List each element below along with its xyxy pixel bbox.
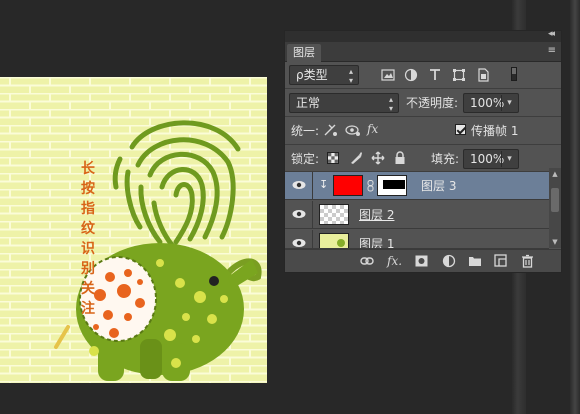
layer-filter-value: ρ类型 (296, 68, 328, 82)
unify-position-icon[interactable] (323, 123, 339, 137)
document-canvas[interactable]: 长按指纹识别关注 (0, 77, 267, 383)
delete-layer-icon[interactable] (521, 254, 534, 268)
new-group-icon[interactable] (468, 255, 482, 267)
layer-name[interactable]: 图层 1 (359, 237, 394, 248)
fill-input[interactable]: 100% ▾ (463, 149, 519, 169)
layer-thumbnail[interactable] (319, 233, 349, 248)
canvas-vertical-text: 长按指纹识别关注 (81, 161, 95, 317)
select-arrows-icon: ▴ ▾ (348, 67, 353, 85)
fx-icon[interactable]: fx. (387, 254, 402, 268)
unify-style-icon[interactable]: fx (367, 122, 378, 136)
new-layer-icon[interactable] (494, 254, 507, 267)
visibility-eye-icon[interactable] (292, 209, 306, 219)
adjustment-filter-icon[interactable] (404, 68, 418, 82)
layer-row-1[interactable]: 图层 1 (285, 230, 549, 249)
panel-menu-icon[interactable]: ≡ (548, 45, 556, 56)
panel-divider (285, 116, 561, 117)
shape-filter-icon[interactable] (452, 68, 466, 82)
lock-image-pixels-icon[interactable] (349, 151, 363, 165)
scrollbar-thumb[interactable] (551, 188, 559, 212)
lock-all-icon[interactable] (394, 151, 406, 165)
window-edge-rail (570, 0, 580, 414)
workspace: 长按指纹识别关注 ◂◂ 图层 ≡ ρ类型 ▴ ▾ 正常 ▴ ▾ 不透明度: 100% (0, 0, 580, 414)
clipping-arrow-icon: ↧ (319, 178, 329, 191)
chevron-down-icon[interactable]: ▾ (501, 151, 517, 167)
image-filter-icon[interactable] (381, 68, 395, 82)
blend-mode-value: 正常 (296, 96, 321, 110)
panel-tab-row: 图层 ≡ (285, 42, 561, 62)
layer-row-3[interactable]: ↧ 图层 3 (285, 172, 549, 200)
panel-divider (285, 144, 561, 145)
collapse-panel-icon[interactable]: ◂◂ (548, 29, 555, 39)
layer-name[interactable]: 图层 3 (421, 179, 456, 193)
blend-mode-select[interactable]: 正常 ▴ ▾ (289, 93, 399, 113)
row-divider (312, 201, 313, 229)
layer-mask-thumbnail[interactable] (377, 175, 407, 196)
fill-label: 填充: (431, 152, 460, 166)
layer-filter-select[interactable]: ρ类型 ▴ ▾ (289, 65, 359, 85)
propagate-frame-label: 传播帧 1 (471, 124, 519, 138)
fill-value: 100% (470, 152, 505, 166)
scroll-down-icon[interactable]: ▼ (551, 238, 559, 246)
row-divider (312, 230, 313, 248)
opacity-value: 100% (470, 96, 505, 110)
opacity-input[interactable]: 100% ▾ (463, 93, 519, 113)
chevron-down-icon[interactable]: ▾ (501, 95, 517, 111)
smart-object-filter-icon[interactable] (476, 68, 490, 82)
filter-toggle-icon[interactable] (511, 67, 517, 81)
tab-layers[interactable]: 图层 (287, 44, 321, 62)
lock-label: 锁定: (291, 152, 320, 166)
layer-name[interactable]: 图层 2 (359, 208, 394, 222)
add-mask-icon[interactable] (415, 255, 428, 267)
row-divider (312, 172, 313, 200)
lock-transparent-pixels-icon[interactable] (327, 152, 339, 164)
unify-visibility-icon[interactable] (345, 123, 361, 137)
panel-divider (285, 88, 561, 89)
mask-link-icon[interactable] (367, 180, 375, 192)
layers-scrollbar[interactable]: ▲ ▼ (549, 168, 561, 248)
select-arrows-icon: ▴ ▾ (388, 95, 393, 113)
canvas-artwork (0, 77, 267, 383)
visibility-eye-icon[interactable] (292, 238, 306, 248)
lock-position-icon[interactable] (371, 151, 385, 165)
adjustment-layer-icon[interactable] (442, 254, 456, 268)
type-filter-icon[interactable] (428, 68, 442, 82)
layer-row-2[interactable]: 图层 2 (285, 201, 549, 229)
link-layers-icon[interactable] (360, 255, 374, 267)
layer-thumbnail[interactable] (333, 175, 363, 196)
panel-title-bar: ◂◂ (285, 29, 561, 42)
panel-footer: fx. (285, 249, 561, 272)
visibility-eye-icon[interactable] (292, 180, 306, 190)
propagate-frame-checkbox[interactable] (455, 124, 466, 135)
opacity-label: 不透明度: (406, 96, 459, 110)
scroll-up-icon[interactable]: ▲ (551, 170, 559, 178)
layer-thumbnail[interactable] (319, 204, 349, 225)
layers-panel: ◂◂ 图层 ≡ ρ类型 ▴▾ 正常 ▴▾ 不透明度: 100% ▾ 统一: (284, 29, 562, 273)
unify-label: 统一: (291, 124, 320, 138)
